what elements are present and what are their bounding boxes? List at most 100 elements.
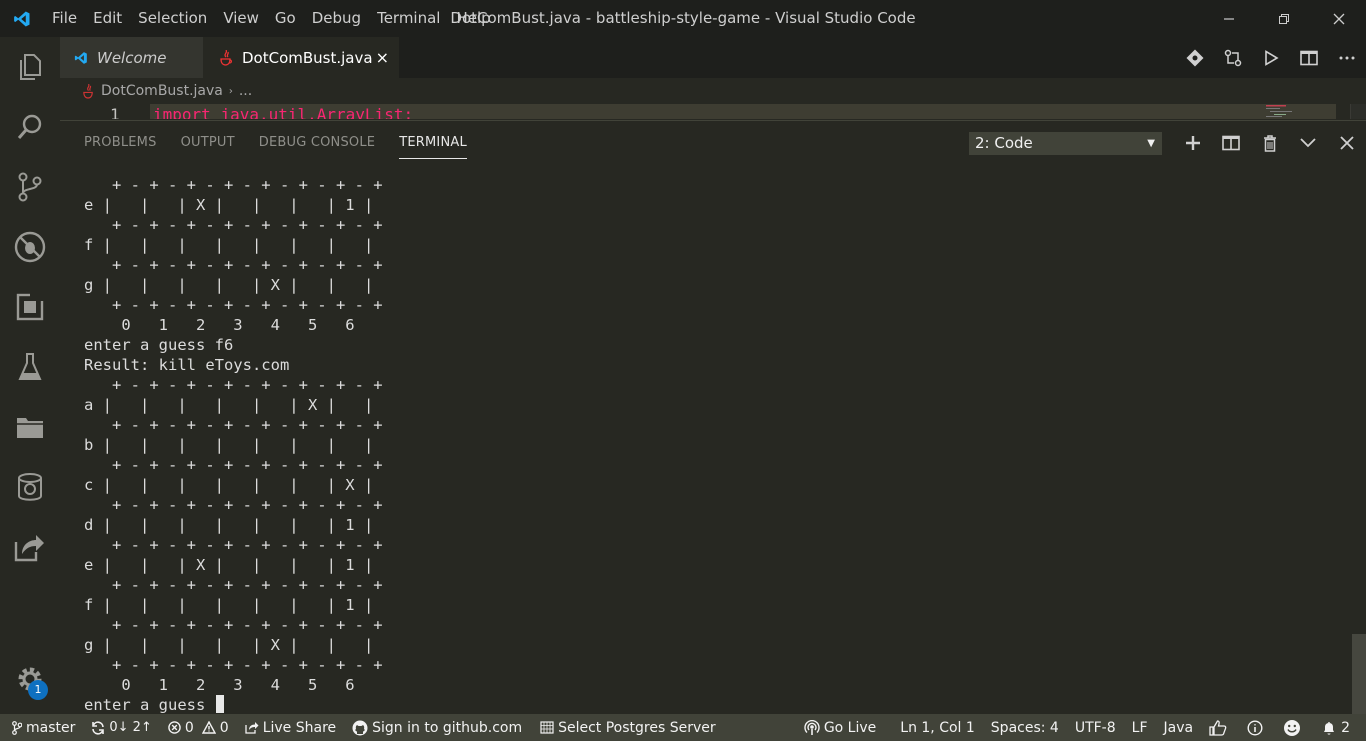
postgres-status[interactable]: Select Postgres Server (532, 714, 724, 741)
manage-badge: 1 (28, 680, 48, 700)
tab-terminal[interactable]: TERMINAL (399, 121, 467, 159)
project-manager-icon[interactable] (0, 397, 60, 457)
terminal-line: e | | | X | | | | 1 | (84, 196, 374, 214)
terminal-select[interactable]: 2: Code ▼ (969, 132, 1162, 155)
manage-gear-icon[interactable]: 1 (0, 654, 60, 704)
terminal-prompt: enter a guess (84, 696, 215, 714)
menu-terminal[interactable]: Terminal (369, 0, 448, 37)
git-branch-status[interactable]: master (0, 714, 83, 741)
git-compare-icon[interactable] (1176, 49, 1214, 67)
trash-icon[interactable] (1251, 134, 1290, 152)
breadcrumb-separator: › (228, 85, 233, 97)
warning-icon (201, 721, 216, 734)
terminal-line: + - + - + - + - + - + - + - + (84, 456, 383, 474)
terminal-line: + - + - + - + - + - + - + - + (84, 616, 383, 634)
java-file-icon (219, 49, 233, 66)
broadcast-icon (804, 719, 820, 735)
live-share-status[interactable]: Live Share (237, 714, 344, 741)
thumbs-up-icon[interactable] (1201, 714, 1239, 741)
language-status[interactable]: Java (1156, 714, 1202, 741)
terminal-line: + - + - + - + - + - + - + - + (84, 376, 383, 394)
terminal-line: a | | | | | | X | | (84, 396, 374, 414)
sync-counts: 0↓ 2↑ (109, 720, 152, 735)
more-actions-icon[interactable] (1328, 56, 1366, 60)
tab-debug-console[interactable]: DEBUG CONSOLE (259, 121, 375, 165)
terminal-line: e | | | X | | | | 1 | (84, 556, 374, 574)
terminal-scrollbar[interactable] (1352, 634, 1366, 714)
live-share-icon[interactable] (0, 517, 60, 577)
breadcrumb-file[interactable]: DotComBust.java (101, 83, 223, 99)
status-bar: master 0↓ 2↑ 0 0 Live Share Sign in to g… (0, 714, 1366, 741)
menu-file[interactable]: File (44, 0, 85, 37)
breadcrumb-more[interactable]: ... (239, 83, 252, 99)
menu-go[interactable]: Go (267, 0, 304, 37)
eol-status[interactable]: LF (1124, 714, 1156, 741)
menu-help[interactable]: Help (448, 0, 498, 37)
source-control-icon[interactable] (0, 157, 60, 217)
editor-tab-bar: Welcome DotComBust.java × (60, 37, 1366, 78)
terminal-line: + - + - + - + - + - + - + - + (84, 176, 383, 194)
terminal-line: + - + - + - + - + - + - + - + (84, 216, 383, 234)
database-icon[interactable] (0, 457, 60, 517)
open-changes-icon[interactable] (1214, 49, 1252, 67)
go-live-status[interactable]: Go Live (796, 714, 884, 741)
terminal-output[interactable]: + - + - + - + - + - + - + - + e | | | X … (84, 175, 1344, 715)
encoding-status[interactable]: UTF-8 (1067, 714, 1124, 741)
search-icon[interactable] (0, 97, 60, 157)
menu-edit[interactable]: Edit (85, 0, 130, 37)
run-icon[interactable] (1252, 49, 1290, 66)
test-flask-icon[interactable] (0, 337, 60, 397)
terminal-line: enter a guess f6 (84, 336, 234, 354)
indentation-status[interactable]: Spaces: 4 (983, 714, 1067, 741)
editor-actions (1176, 37, 1366, 78)
menu-debug[interactable]: Debug (304, 0, 369, 37)
close-panel-icon[interactable] (1328, 136, 1366, 150)
editor-area[interactable]: 1 import java.util.ArrayList; (60, 104, 1350, 119)
live-share-status-icon (245, 722, 259, 734)
tab-welcome[interactable]: Welcome (60, 37, 203, 78)
vscode-tab-icon (74, 51, 88, 65)
terminal-line: f | | | | | | | | (84, 236, 374, 254)
menu-view[interactable]: View (215, 0, 267, 37)
debug-icon[interactable] (0, 217, 60, 277)
tab-dotcombust-label: DotComBust.java (242, 48, 373, 67)
explorer-icon[interactable] (0, 37, 60, 97)
minimize-button[interactable] (1201, 0, 1256, 37)
split-terminal-icon[interactable] (1212, 135, 1251, 151)
close-window-button[interactable] (1311, 0, 1366, 37)
sync-status[interactable]: 0↓ 2↑ (83, 714, 159, 741)
extensions-icon[interactable] (0, 277, 60, 337)
code-line[interactable]: import java.util.ArrayList; (153, 105, 413, 119)
github-status[interactable]: Sign in to github.com (344, 714, 530, 741)
warning-count: 0 (219, 719, 229, 736)
terminal-prompt-line[interactable]: enter a guess (84, 695, 1344, 715)
menu-selection[interactable]: Selection (130, 0, 215, 37)
cursor-position[interactable]: Ln 1, Col 1 (892, 714, 983, 741)
github-label: Sign in to github.com (372, 719, 523, 736)
tab-output[interactable]: OUTPUT (181, 121, 235, 165)
notifications-status[interactable]: 2 (1313, 714, 1358, 741)
close-tab-icon[interactable]: × (376, 48, 389, 67)
info-icon[interactable] (1239, 714, 1275, 741)
terminal-line: + - + - + - + - + - + - + - + (84, 536, 383, 554)
panel-actions (1174, 121, 1366, 165)
status-right: Go Live Ln 1, Col 1 Spaces: 4 UTF-8 LF J… (796, 714, 1358, 741)
editor-scrollbar[interactable] (1350, 104, 1366, 119)
restore-button[interactable] (1256, 0, 1311, 37)
tab-dotcombust[interactable]: DotComBust.java × (203, 37, 399, 78)
new-terminal-icon[interactable] (1174, 135, 1213, 151)
split-editor-icon[interactable] (1290, 50, 1328, 66)
panel-tabs: PROBLEMS OUTPUT DEBUG CONSOLE TERMINAL (84, 121, 491, 165)
problems-status[interactable]: 0 0 (160, 714, 237, 741)
feedback-smiley-icon[interactable] (1275, 714, 1313, 741)
tab-problems[interactable]: PROBLEMS (84, 121, 157, 165)
sync-icon (92, 720, 105, 735)
terminal-line: b | | | | | | | | (84, 436, 374, 454)
error-icon (168, 721, 181, 734)
chevron-down-icon[interactable] (1289, 137, 1328, 149)
terminal-line: + - + - + - + - + - + - + - + (84, 416, 383, 434)
postgres-label: Select Postgres Server (558, 719, 716, 736)
minimap[interactable] (1266, 104, 1294, 119)
terminal-line: + - + - + - + - + - + - + - + (84, 296, 383, 314)
go-live-label: Go Live (823, 719, 877, 736)
